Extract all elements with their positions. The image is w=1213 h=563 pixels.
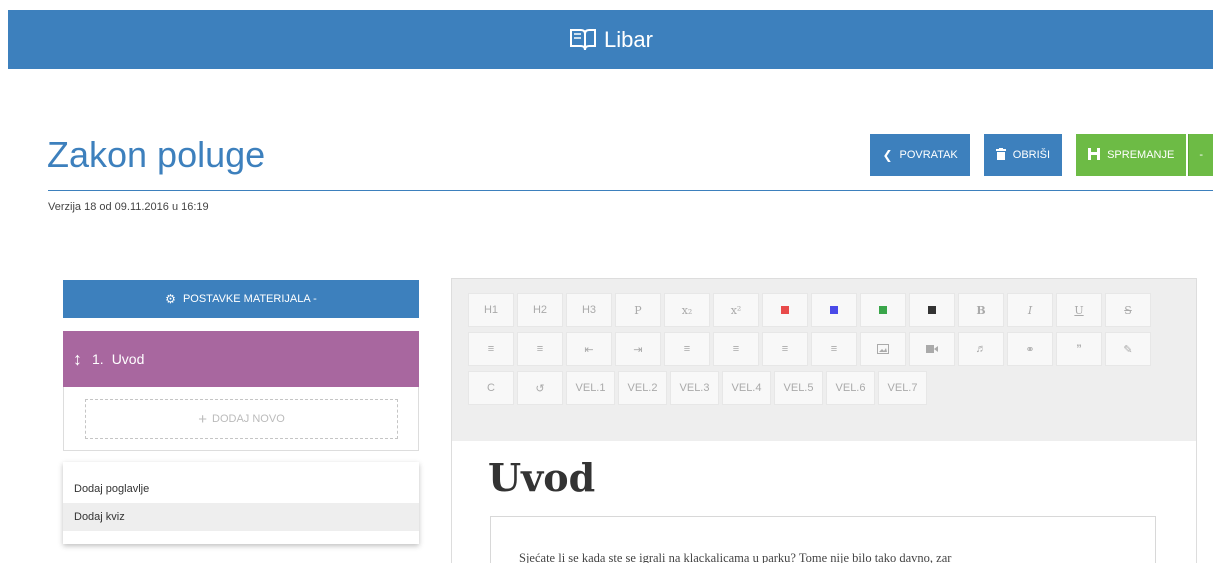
- video-icon: [926, 345, 938, 353]
- insert-image-button[interactable]: [860, 332, 906, 366]
- outdent-icon: ⇤: [584, 343, 594, 356]
- version-info: Verzija 18 od 09.11.2016 u 16:19: [48, 201, 209, 213]
- h3-button[interactable]: H3: [566, 293, 612, 327]
- toolbar-row-format: H1 H2 H3 P x₂ x² B I U S: [468, 293, 1154, 327]
- quote-icon: ”: [1076, 343, 1082, 355]
- undo-button[interactable]: ↺: [517, 371, 563, 405]
- link-icon: ⚭: [1025, 343, 1035, 356]
- save-options-button[interactable]: -: [1188, 134, 1213, 176]
- size-7-button[interactable]: VEL.7: [878, 371, 927, 405]
- numbered-list-icon: ≡: [536, 343, 544, 355]
- audio-icon: ♬: [975, 343, 987, 355]
- align-left-button[interactable]: ≡: [664, 332, 710, 366]
- redo-button[interactable]: C: [468, 371, 514, 405]
- outdent-button[interactable]: ⇤: [566, 332, 612, 366]
- indent-icon: ⇥: [633, 343, 643, 356]
- quote-button[interactable]: ”: [1056, 332, 1102, 366]
- material-settings-button[interactable]: ⚙ POSTAVKE MATERIJALA -: [63, 280, 419, 318]
- superscript-button[interactable]: x²: [713, 293, 759, 327]
- size-3-button[interactable]: VEL.3: [670, 371, 719, 405]
- brand-name: Libar: [604, 26, 653, 52]
- size-2-button[interactable]: VEL.2: [618, 371, 667, 405]
- subscript-button[interactable]: x₂: [664, 293, 710, 327]
- color-blue-button[interactable]: [811, 293, 857, 327]
- delete-button-label: OBRIŠI: [1012, 149, 1051, 161]
- justify-icon: ≡: [830, 343, 838, 355]
- gear-icon: ⚙: [165, 292, 176, 306]
- align-right-icon: ≡: [781, 343, 789, 355]
- save-button-label: SPREMANJE: [1107, 149, 1175, 161]
- action-buttons: ❮ POVRATAK OBRIŠI SPREMANJE -: [856, 134, 1213, 176]
- bullet-list-button[interactable]: ≡: [468, 332, 514, 366]
- title-divider: [48, 190, 1213, 191]
- color-green-button[interactable]: [860, 293, 906, 327]
- size-6-button[interactable]: VEL.6: [826, 371, 875, 405]
- align-center-button[interactable]: ≡: [713, 332, 759, 366]
- clear-format-icon: ✎: [1123, 343, 1133, 356]
- chapter-title: Uvod: [111, 351, 145, 367]
- menu-item-add-quiz[interactable]: Dodaj kviz: [63, 503, 419, 531]
- color-swatch-blue: [830, 306, 838, 314]
- brand[interactable]: Libar: [568, 27, 653, 53]
- toolbar-row-insert: ≡ ≡ ⇤ ⇥ ≡ ≡ ≡ ≡ ♬ ⚭ ” ✎: [468, 332, 1154, 366]
- chapter-number: 1.: [92, 351, 104, 367]
- numbered-list-button[interactable]: ≡: [517, 332, 563, 366]
- back-button[interactable]: ❮ POVRATAK: [870, 134, 970, 176]
- bullet-list-icon: ≡: [487, 343, 495, 355]
- insert-audio-button[interactable]: ♬: [958, 332, 1004, 366]
- h2-button[interactable]: H2: [517, 293, 563, 327]
- image-icon: [877, 344, 889, 354]
- editor-toolbar: H1 H2 H3 P x₂ x² B I U S ≡ ≡ ⇤ ⇥ ≡ ≡ ≡ ≡: [452, 279, 1196, 441]
- page-title: Zakon poluge: [47, 134, 266, 175]
- align-left-icon: ≡: [683, 343, 691, 355]
- justify-button[interactable]: ≡: [811, 332, 857, 366]
- delete-button[interactable]: OBRIŠI: [983, 134, 1063, 176]
- color-swatch-red: [781, 306, 789, 314]
- document-heading[interactable]: Uvod: [488, 455, 595, 500]
- underline-button[interactable]: U: [1056, 293, 1102, 327]
- insert-link-button[interactable]: ⚭: [1007, 332, 1053, 366]
- size-5-button[interactable]: VEL.5: [774, 371, 823, 405]
- book-icon: [570, 28, 597, 50]
- add-new-label: DODAJ NOVO: [212, 413, 285, 425]
- editor: H1 H2 H3 P x₂ x² B I U S ≡ ≡ ⇤ ⇥ ≡ ≡ ≡ ≡: [451, 278, 1197, 563]
- color-red-button[interactable]: [762, 293, 808, 327]
- insert-video-button[interactable]: [909, 332, 955, 366]
- size-1-button[interactable]: VEL.1: [566, 371, 615, 405]
- add-menu: Dodaj poglavlje Dodaj kviz: [63, 462, 419, 544]
- toolbar-row-size: C ↺ VEL.1 VEL.2 VEL.3 VEL.4 VEL.5 VEL.6 …: [468, 371, 930, 405]
- drag-handle-icon[interactable]: ↕: [73, 349, 82, 370]
- menu-item-add-chapter[interactable]: Dodaj poglavlje: [63, 475, 419, 503]
- add-new-container: + DODAJ NOVO: [63, 387, 419, 451]
- content-paragraph[interactable]: Sjećate li se kada ste se igrali na klac…: [519, 551, 951, 563]
- paragraph-button[interactable]: P: [615, 293, 661, 327]
- save-icon: [1088, 147, 1101, 163]
- save-button[interactable]: SPREMANJE: [1076, 134, 1187, 176]
- back-button-label: POVRATAK: [899, 149, 958, 161]
- chevron-left-icon: ❮: [882, 148, 893, 162]
- trash-icon: [995, 147, 1006, 163]
- italic-button[interactable]: I: [1007, 293, 1053, 327]
- top-bar: Libar: [8, 10, 1213, 69]
- size-4-button[interactable]: VEL.4: [722, 371, 771, 405]
- color-black-button[interactable]: [909, 293, 955, 327]
- plus-icon: +: [198, 410, 208, 428]
- clear-format-button[interactable]: ✎: [1105, 332, 1151, 366]
- document-area[interactable]: Uvod Sjećate li se kada ste se igrali na…: [452, 441, 1196, 563]
- h1-button[interactable]: H1: [468, 293, 514, 327]
- strikethrough-button[interactable]: S: [1105, 293, 1151, 327]
- add-new-button[interactable]: + DODAJ NOVO: [85, 399, 398, 439]
- chapter-item[interactable]: ↕ 1. Uvod: [63, 331, 419, 387]
- color-swatch-green: [879, 306, 887, 314]
- color-swatch-black: [928, 306, 936, 314]
- align-right-button[interactable]: ≡: [762, 332, 808, 366]
- material-settings-label: POSTAVKE MATERIJALA -: [182, 293, 317, 305]
- content-block[interactable]: Sjećate li se kada ste se igrali na klac…: [490, 516, 1156, 563]
- indent-button[interactable]: ⇥: [615, 332, 661, 366]
- bold-button[interactable]: B: [958, 293, 1004, 327]
- align-center-icon: ≡: [732, 343, 740, 355]
